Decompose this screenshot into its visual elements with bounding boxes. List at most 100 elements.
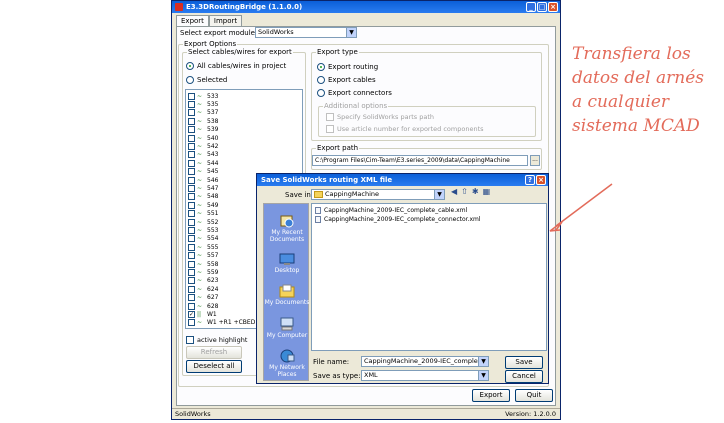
save-in-label: Save in: — [285, 191, 314, 199]
checkbox-box[interactable] — [188, 277, 195, 285]
browse-button[interactable]: ... — [530, 155, 540, 166]
article-number-checkbox[interactable]: Use article number for exported componen… — [326, 125, 484, 133]
cable-list-item[interactable]: ~555 — [188, 243, 218, 251]
place-desktop[interactable]: Desktop — [264, 252, 310, 274]
checkbox-box[interactable] — [188, 100, 195, 108]
recent-documents-icon — [280, 215, 294, 228]
active-highlight-checkbox[interactable]: active highlight — [186, 336, 247, 344]
checkbox-box[interactable] — [188, 159, 195, 167]
checkbox-box[interactable] — [188, 218, 195, 226]
cable-list-item[interactable]: ~538 — [188, 117, 218, 125]
cable-list-item[interactable]: ~552 — [188, 218, 218, 226]
cable-list-item[interactable]: ~535 — [188, 100, 218, 108]
wire-icon: ~ — [197, 285, 203, 293]
file-item[interactable]: CappingMachine_2009-IEC_complete_connect… — [315, 216, 481, 223]
cable-list-item[interactable]: ~628 — [188, 302, 218, 310]
radio-all-cables[interactable]: All cables/wires in project — [186, 62, 286, 70]
checkbox-box[interactable] — [188, 142, 195, 150]
checkbox-box[interactable] — [188, 243, 195, 251]
checkbox-box[interactable] — [188, 168, 195, 176]
main-titlebar[interactable]: E3.3DRoutingBridge (1.1.0.0) _ □ × — [172, 1, 560, 13]
checkbox-box[interactable] — [188, 235, 195, 243]
cable-list-item[interactable]: ~ W1 +R1 +CBED — [188, 319, 255, 327]
checkbox-box[interactable] — [188, 302, 195, 310]
checkbox-box[interactable] — [188, 151, 195, 159]
checkbox-box[interactable] — [188, 268, 195, 276]
checkbox-box[interactable] — [188, 294, 195, 302]
cable-list-item[interactable]: ~623 — [188, 277, 218, 285]
cable-list-item[interactable]: ✓ || W1 — [188, 310, 217, 318]
checkbox-box[interactable] — [188, 126, 195, 134]
save-button[interactable]: Save — [505, 356, 543, 369]
export-module-select[interactable]: SolidWorks ▼ — [255, 27, 357, 38]
checkbox-box[interactable] — [188, 226, 195, 234]
cable-list-item[interactable]: ~557 — [188, 252, 218, 260]
help-button[interactable]: ? — [525, 175, 535, 185]
dialog-close-button[interactable]: × — [536, 175, 546, 185]
export-button[interactable]: Export — [472, 389, 510, 402]
place-network[interactable]: My Network Places — [264, 349, 310, 378]
up-folder-icon[interactable]: ⇧ — [461, 187, 468, 196]
file-list[interactable]: CappingMachine_2009-IEC_complete_cable.x… — [311, 203, 547, 351]
checkbox-box[interactable] — [188, 109, 195, 117]
file-name-input[interactable]: CappingMachine_2009-IEC_complete_routing… — [361, 356, 489, 367]
cable-list-item[interactable]: ~559 — [188, 268, 218, 276]
checkbox-box[interactable] — [188, 260, 195, 268]
radio-selected-cables[interactable]: Selected — [186, 76, 227, 84]
radio-export-connectors[interactable]: Export connectors — [317, 89, 392, 97]
checkbox-box[interactable] — [188, 92, 195, 100]
cable-list-item[interactable]: ~544 — [188, 159, 218, 167]
cable-list-item[interactable]: ~627 — [188, 294, 218, 302]
checkbox-box[interactable] — [188, 193, 195, 201]
cable-list-item[interactable]: ~545 — [188, 168, 218, 176]
refresh-button[interactable]: Refresh — [186, 346, 242, 359]
cable-list-item[interactable]: ~546 — [188, 176, 218, 184]
deselect-all-button[interactable]: Deselect all — [186, 360, 242, 373]
cable-list-item[interactable]: ~548 — [188, 193, 218, 201]
cancel-button[interactable]: Cancel — [505, 370, 543, 383]
cable-list-item[interactable]: ~558 — [188, 260, 218, 268]
place-recent-documents[interactable]: My Recent Documents — [264, 214, 310, 243]
cable-list-item[interactable]: ~553 — [188, 226, 218, 234]
checkbox-box[interactable] — [188, 176, 195, 184]
cable-list-item[interactable]: ~551 — [188, 210, 218, 218]
checkbox-box[interactable] — [188, 210, 195, 218]
cable-list-item[interactable]: ~539 — [188, 126, 218, 134]
checkbox-box[interactable] — [188, 252, 195, 260]
cable-list-item[interactable]: ~547 — [188, 184, 218, 192]
back-icon[interactable]: ◀ — [451, 187, 457, 196]
checkbox-box[interactable] — [188, 285, 195, 293]
tab-import[interactable]: Import — [208, 15, 243, 26]
maximize-button[interactable]: □ — [537, 2, 547, 12]
checkbox-box[interactable] — [188, 319, 195, 327]
cable-list-item[interactable]: ~533 — [188, 92, 218, 100]
radio-export-cables[interactable]: Export cables — [317, 76, 376, 84]
radio-export-routing[interactable]: Export routing — [317, 63, 378, 71]
cable-list-item[interactable]: ~540 — [188, 134, 218, 142]
file-item[interactable]: CappingMachine_2009-IEC_complete_cable.x… — [315, 207, 467, 214]
minimize-button[interactable]: _ — [526, 2, 536, 12]
place-my-computer[interactable]: My Computer — [264, 317, 310, 339]
new-folder-icon[interactable]: ✱ — [472, 187, 479, 196]
cable-list-item[interactable]: ~543 — [188, 151, 218, 159]
wire-icon: ~ — [197, 117, 203, 125]
close-button[interactable]: × — [548, 2, 558, 12]
quit-button[interactable]: Quit — [515, 389, 553, 402]
checkbox-box[interactable] — [188, 201, 195, 209]
cable-list-item[interactable]: ~537 — [188, 109, 218, 117]
export-path-input[interactable]: C:\Program Files\Cim-Team\E3.series_2009… — [312, 155, 528, 166]
place-my-documents[interactable]: My Documents — [264, 284, 310, 306]
checkbox-box[interactable] — [188, 134, 195, 142]
cable-list-item[interactable]: ~542 — [188, 142, 218, 150]
checkbox-box[interactable] — [188, 184, 195, 192]
dialog-titlebar[interactable]: Save SolidWorks routing XML file ? × — [257, 174, 548, 186]
save-as-type-select[interactable]: XML ▼ — [361, 370, 489, 381]
views-menu-icon[interactable]: ▦ — [483, 187, 491, 196]
checkbox-box[interactable]: ✓ — [188, 310, 195, 318]
cable-list-item[interactable]: ~554 — [188, 235, 218, 243]
cable-list-item[interactable]: ~549 — [188, 201, 218, 209]
parts-path-checkbox[interactable]: Specify SolidWorks parts path — [326, 113, 434, 121]
save-in-select[interactable]: CappingMachine ▼ — [311, 189, 445, 200]
checkbox-box[interactable] — [188, 117, 195, 125]
cable-list-item[interactable]: ~624 — [188, 285, 218, 293]
